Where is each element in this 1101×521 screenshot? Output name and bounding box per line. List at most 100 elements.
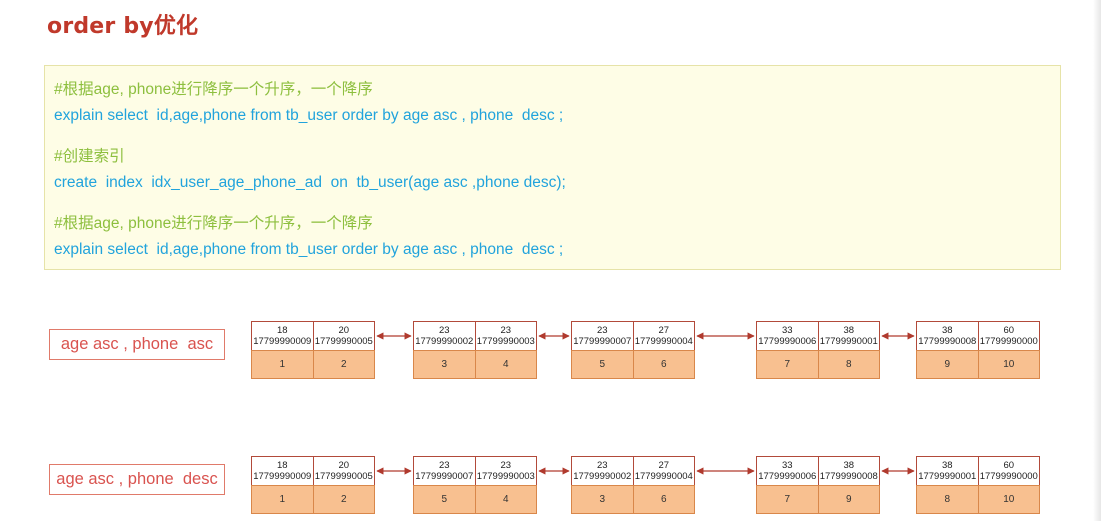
id-cell: 5 — [599, 359, 606, 370]
node-keys: 23 17799990007 23 17799990003 — [413, 456, 537, 486]
phone-value: 17799990009 — [253, 336, 312, 347]
key-cell: 60 17799990000 — [977, 457, 1040, 485]
node-ids: 36 — [571, 485, 695, 514]
node-keys: 38 17799990008 60 17799990000 — [916, 321, 1040, 351]
phone-value: 17799990003 — [476, 336, 535, 347]
id-cell: 7 — [784, 359, 791, 370]
node-keys: 23 17799990007 27 17799990004 — [571, 321, 695, 351]
age-value: 60 — [1003, 460, 1015, 471]
node-ids: 9 10 — [916, 350, 1040, 379]
row-label: age asc , phone desc — [49, 464, 225, 495]
phone-value: 17799990001 — [819, 336, 878, 347]
age-value: 18 — [276, 460, 288, 471]
phone-value: 17799990006 — [758, 471, 817, 482]
id-cell: 10 — [977, 351, 1040, 378]
key-cell: 38 17799990001 — [917, 457, 978, 485]
key-cell: 23 17799990003 — [474, 322, 537, 350]
age-value: 23 — [438, 460, 450, 471]
node-ids: 78 — [756, 350, 880, 379]
leaf-node: 23 17799990007 27 17799990004 5 6 — [571, 321, 695, 379]
phone-value: 17799990002 — [573, 471, 632, 482]
age-value: 23 — [438, 325, 450, 336]
node-ids: 12 — [251, 350, 375, 379]
node-ids: 79 — [756, 485, 880, 514]
id-cell: 2 — [312, 486, 375, 513]
age-value: 27 — [658, 460, 670, 471]
phone-value: 17799990003 — [476, 471, 535, 482]
id-cell: 1 — [279, 359, 286, 370]
id-cell: 6 — [632, 351, 695, 378]
key-cell: 20 17799990005 — [312, 457, 375, 485]
row-label: age asc , phone asc — [49, 329, 225, 360]
phone-value: 17799990007 — [573, 336, 632, 347]
leaf-node: 23 17799990007 23 17799990003 5 4 — [413, 456, 537, 514]
node-keys: 38 17799990001 60 17799990000 — [916, 456, 1040, 486]
id-cell: 4 — [474, 351, 537, 378]
age-value: 23 — [596, 460, 608, 471]
node-keys: 33 17799990006 38 17799990001 — [756, 321, 880, 351]
node-ids: 8 10 — [916, 485, 1040, 514]
node-ids: 12 — [251, 485, 375, 514]
node-keys: 18 17799990009 20 17799990005 — [251, 456, 375, 486]
node-ids: 54 — [413, 485, 537, 514]
id-cell: 8 — [944, 494, 951, 505]
phone-value: 17799990009 — [253, 471, 312, 482]
phone-value: 17799990001 — [918, 471, 977, 482]
id-cell: 6 — [632, 486, 695, 513]
id-cell: 7 — [784, 494, 791, 505]
id-cell: 8 — [817, 351, 880, 378]
key-cell: 38 17799990008 — [917, 322, 978, 350]
id-cell: 4 — [474, 486, 537, 513]
node-ids: 56 — [571, 350, 695, 379]
id-cell: 1 — [279, 494, 286, 505]
phone-value: 17799990008 — [819, 471, 878, 482]
id-cell: 9 — [944, 359, 951, 370]
key-cell: 23 17799990007 — [572, 322, 633, 350]
node-keys: 23 17799990002 23 17799990003 — [413, 321, 537, 351]
leaf-node: 33 17799990006 38 17799990008 7 9 — [756, 456, 880, 514]
key-cell: 38 17799990008 — [817, 457, 880, 485]
leaf-node: 38 17799990001 60 17799990000 8 10 — [916, 456, 1040, 514]
age-value: 23 — [500, 325, 512, 336]
phone-value: 17799990000 — [979, 471, 1038, 482]
key-cell: 27 17799990004 — [632, 457, 695, 485]
age-value: 38 — [843, 325, 855, 336]
age-value: 23 — [596, 325, 608, 336]
leaf-node: 23 17799990002 23 17799990003 3 4 — [413, 321, 537, 379]
phone-value: 17799990004 — [634, 336, 693, 347]
key-cell: 38 17799990001 — [817, 322, 880, 350]
age-value: 38 — [843, 460, 855, 471]
key-cell: 33 17799990006 — [757, 457, 818, 485]
age-value: 20 — [338, 460, 350, 471]
id-cell: 3 — [599, 494, 606, 505]
node-keys: 18 17799990009 20 17799990005 — [251, 321, 375, 351]
age-value: 38 — [941, 460, 953, 471]
phone-value: 17799990002 — [415, 336, 474, 347]
phone-value: 17799990007 — [415, 471, 474, 482]
key-cell: 23 17799990003 — [474, 457, 537, 485]
phone-value: 17799990006 — [758, 336, 817, 347]
key-cell: 60 17799990000 — [977, 322, 1040, 350]
age-value: 23 — [500, 460, 512, 471]
key-cell: 27 17799990004 — [632, 322, 695, 350]
phone-value: 17799990005 — [314, 336, 373, 347]
id-cell: 3 — [441, 359, 448, 370]
age-value: 20 — [338, 325, 350, 336]
phone-value: 17799990008 — [918, 336, 977, 347]
age-value: 18 — [276, 325, 288, 336]
key-cell: 23 17799990002 — [572, 457, 633, 485]
id-cell: 9 — [817, 486, 880, 513]
leaf-node: 38 17799990008 60 17799990000 9 10 — [916, 321, 1040, 379]
key-cell: 18 17799990009 — [252, 322, 313, 350]
node-keys: 23 17799990002 27 17799990004 — [571, 456, 695, 486]
age-value: 38 — [941, 325, 953, 336]
age-value: 33 — [781, 460, 793, 471]
leaf-node: 33 17799990006 38 17799990001 7 8 — [756, 321, 880, 379]
key-cell: 20 17799990005 — [312, 322, 375, 350]
node-keys: 33 17799990006 38 17799990008 — [756, 456, 880, 486]
phone-value: 17799990004 — [634, 471, 693, 482]
key-cell: 23 17799990007 — [414, 457, 475, 485]
age-value: 27 — [658, 325, 670, 336]
phone-value: 17799990000 — [979, 336, 1038, 347]
id-cell: 10 — [977, 486, 1040, 513]
